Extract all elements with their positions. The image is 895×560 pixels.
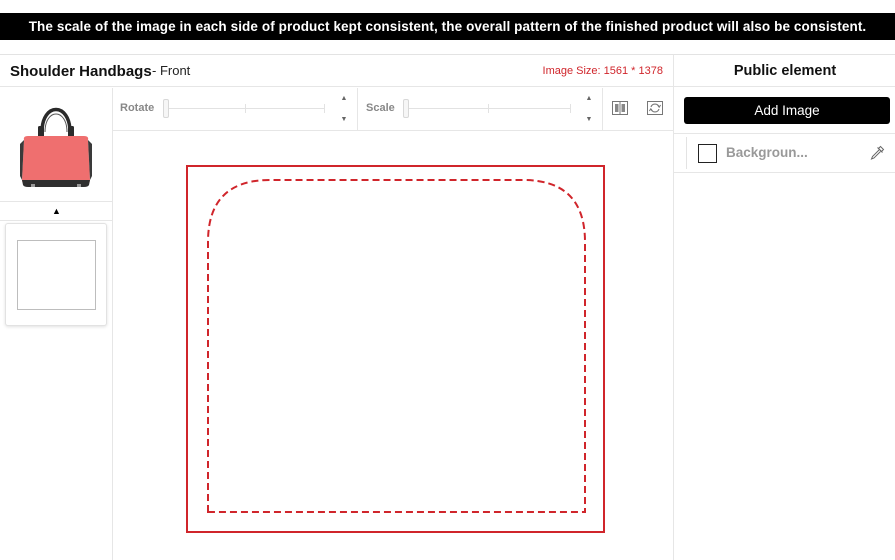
side-thumbnail-preview <box>17 240 96 310</box>
scale-label: Scale <box>366 102 395 114</box>
caret-up-icon[interactable]: ▲ <box>586 95 593 102</box>
flip-icon <box>612 101 628 115</box>
caret-down-icon[interactable]: ▼ <box>586 116 593 123</box>
reset-rotate-icon <box>647 101 663 115</box>
row-handle <box>686 137 687 169</box>
panel-title: Public element <box>674 55 895 87</box>
caret-up-icon: ▲ <box>52 206 61 216</box>
rotate-stepper[interactable]: ▲ ▼ <box>338 95 350 123</box>
transform-toolbar: Rotate ▲ ▼ Scale ▲ ▼ <box>113 88 673 131</box>
design-editor: Shoulder Handbags - Front Image Size: 15… <box>0 54 673 560</box>
caret-up-icon[interactable]: ▲ <box>341 95 348 102</box>
scale-slider[interactable] <box>403 98 571 120</box>
flip-button[interactable] <box>610 98 630 118</box>
product-title: Shoulder Handbags <box>10 63 152 80</box>
add-image-button[interactable]: Add Image <box>684 97 890 124</box>
image-size-label: Image Size: 1561 * 1378 <box>542 65 663 77</box>
scale-control: Scale ▲ ▼ <box>358 88 602 130</box>
rotate-label: Rotate <box>120 102 155 114</box>
element-name: Backgroun... <box>726 145 808 160</box>
bleed-outline <box>186 165 605 533</box>
scale-stepper[interactable]: ▲ ▼ <box>583 95 595 123</box>
scale-slider-thumb[interactable] <box>403 99 409 118</box>
product-thumbnails: ▲ <box>0 88 113 560</box>
element-row-background[interactable]: Backgroun... <box>674 133 895 173</box>
public-element-panel: Public element Add Image Backgroun... <box>673 54 895 560</box>
handbag-thumbnail[interactable] <box>16 96 96 196</box>
side-thumbnail-card[interactable] <box>5 223 107 326</box>
caret-down-icon[interactable]: ▼ <box>341 116 348 123</box>
safe-area-outline <box>207 179 586 513</box>
rotate-control: Rotate ▲ ▼ <box>113 88 357 130</box>
reset-rotate-button[interactable] <box>645 98 665 118</box>
thumbnails-scroll-up-button[interactable]: ▲ <box>0 201 113 221</box>
rotate-slider[interactable] <box>163 98 325 120</box>
rotate-slider-thumb[interactable] <box>163 99 169 118</box>
editor-root: The scale of the image in each side of p… <box>0 0 895 560</box>
scale-notice-banner: The scale of the image in each side of p… <box>0 13 895 40</box>
eyedropper-icon[interactable] <box>868 144 886 162</box>
product-side-label: - Front <box>152 63 191 78</box>
design-canvas[interactable] <box>113 132 673 560</box>
color-swatch-icon[interactable] <box>698 144 717 163</box>
editor-header: Shoulder Handbags - Front Image Size: 15… <box>0 55 673 87</box>
toolbar-divider <box>602 88 603 130</box>
